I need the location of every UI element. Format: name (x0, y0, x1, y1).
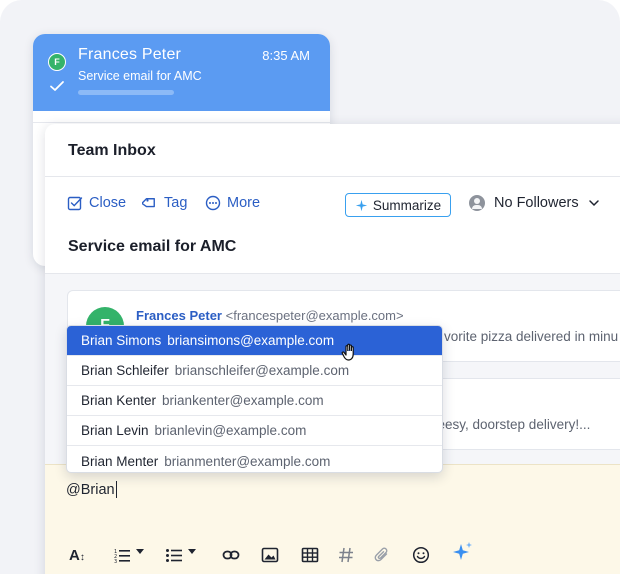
option-name: Brian Kenter (81, 393, 157, 408)
composer-text: @Brian (66, 481, 115, 498)
mention-suggestion-list: Brian Simons briansimons@example.com Bri… (66, 325, 443, 473)
option-name: Brian Levin (81, 423, 149, 438)
bullet-list-icon[interactable] (165, 545, 196, 565)
divider (33, 122, 330, 123)
sender-name: Frances Peter (136, 308, 222, 323)
mention-option[interactable]: Brian Levin brianlevin@example.com (67, 416, 442, 446)
numbered-list-glyph: 123 (114, 549, 130, 564)
more-button[interactable]: More (205, 195, 260, 211)
page-title: Team Inbox (68, 142, 156, 159)
tag-icon (142, 198, 155, 208)
option-name: Brian Menter (81, 453, 159, 469)
option-email: briankenter@example.com (162, 393, 324, 408)
option-name: Brian Schleifer (81, 363, 169, 378)
conversation-toolbar: Close Tag More Summarize No Followers (67, 193, 620, 217)
bullet-list-glyph (166, 549, 182, 562)
notification-header: F Frances Peter 8:35 AM Service email fo… (33, 34, 330, 111)
notification-progress-bar (78, 90, 174, 95)
followers-label: No Followers (494, 195, 579, 211)
more-icon (205, 195, 221, 211)
tag-button[interactable]: Tag (142, 195, 187, 211)
text-caret (115, 481, 117, 498)
svg-text:3: 3 (114, 559, 117, 564)
followers-dropdown[interactable]: No Followers (469, 195, 600, 211)
mention-option[interactable]: Brian Schleifer brianschleifer@example.c… (67, 356, 442, 386)
ai-sparkle-glyph (453, 542, 472, 560)
close-button[interactable]: Close (67, 195, 126, 211)
image-icon[interactable] (261, 545, 279, 565)
more-label: More (227, 195, 261, 211)
notification-subject: Service email for AMC (78, 69, 202, 83)
divider (45, 176, 620, 177)
option-email: brianlevin@example.com (154, 423, 307, 438)
message-sender: Frances Peter <francespeter@example.com> (136, 308, 404, 323)
text-size-icon[interactable]: A↕ (69, 545, 85, 565)
mention-option[interactable]: Brian Kenter briankenter@example.com (67, 386, 442, 416)
checkbox-icon (67, 196, 83, 211)
table-glyph (301, 547, 319, 563)
notification-avatar: F (48, 53, 66, 71)
chevron-down-icon (588, 200, 599, 207)
hashtag-icon[interactable] (337, 545, 355, 565)
hashtag-glyph (339, 547, 353, 563)
tag-label: Tag (164, 195, 188, 211)
caret-down-icon (188, 549, 196, 554)
close-label: Close (89, 195, 127, 211)
emoji-icon[interactable] (412, 545, 430, 565)
composer-input[interactable]: @Brian (66, 481, 117, 498)
hand-cursor-icon (341, 343, 354, 361)
mention-option[interactable]: Brian Menter brianmenter@example.com (67, 446, 442, 472)
sparkle-icon (355, 199, 368, 211)
numbered-list-icon[interactable]: 123 (113, 545, 144, 565)
option-name: Brian Simons (81, 333, 162, 348)
attachment-glyph (374, 547, 388, 562)
link-glyph (222, 550, 240, 560)
person-icon (469, 195, 485, 211)
formatting-toolbar: A↕ 123 (67, 542, 487, 567)
table-icon[interactable] (301, 545, 319, 565)
option-email: brianmenter@example.com (164, 453, 331, 469)
check-icon (50, 81, 64, 91)
sender-email: <francespeter@example.com> (225, 308, 404, 323)
image-glyph (261, 547, 279, 563)
emoji-glyph (412, 546, 430, 564)
message-preview: heesy, doorstep delivery!... (430, 417, 591, 432)
ai-sparkle-icon[interactable] (452, 542, 474, 562)
summarize-button[interactable]: Summarize (345, 193, 451, 217)
attachment-icon[interactable] (373, 545, 391, 565)
mention-option[interactable]: Brian Simons briansimons@example.com (67, 326, 442, 356)
notification-sender: Frances Peter (78, 46, 182, 63)
option-email: briansimons@example.com (167, 333, 335, 348)
summarize-label: Summarize (372, 197, 442, 213)
reply-composer[interactable]: @Brian A↕ 123 (45, 464, 620, 574)
caret-down-icon (136, 549, 144, 554)
conversation-subject: Service email for AMC (68, 238, 237, 255)
notification-time: 8:35 AM (262, 48, 310, 63)
option-email: brianschleifer@example.com (174, 363, 350, 378)
link-icon[interactable] (222, 545, 240, 565)
message-preview: vorite pizza delivered in minu (444, 329, 619, 344)
